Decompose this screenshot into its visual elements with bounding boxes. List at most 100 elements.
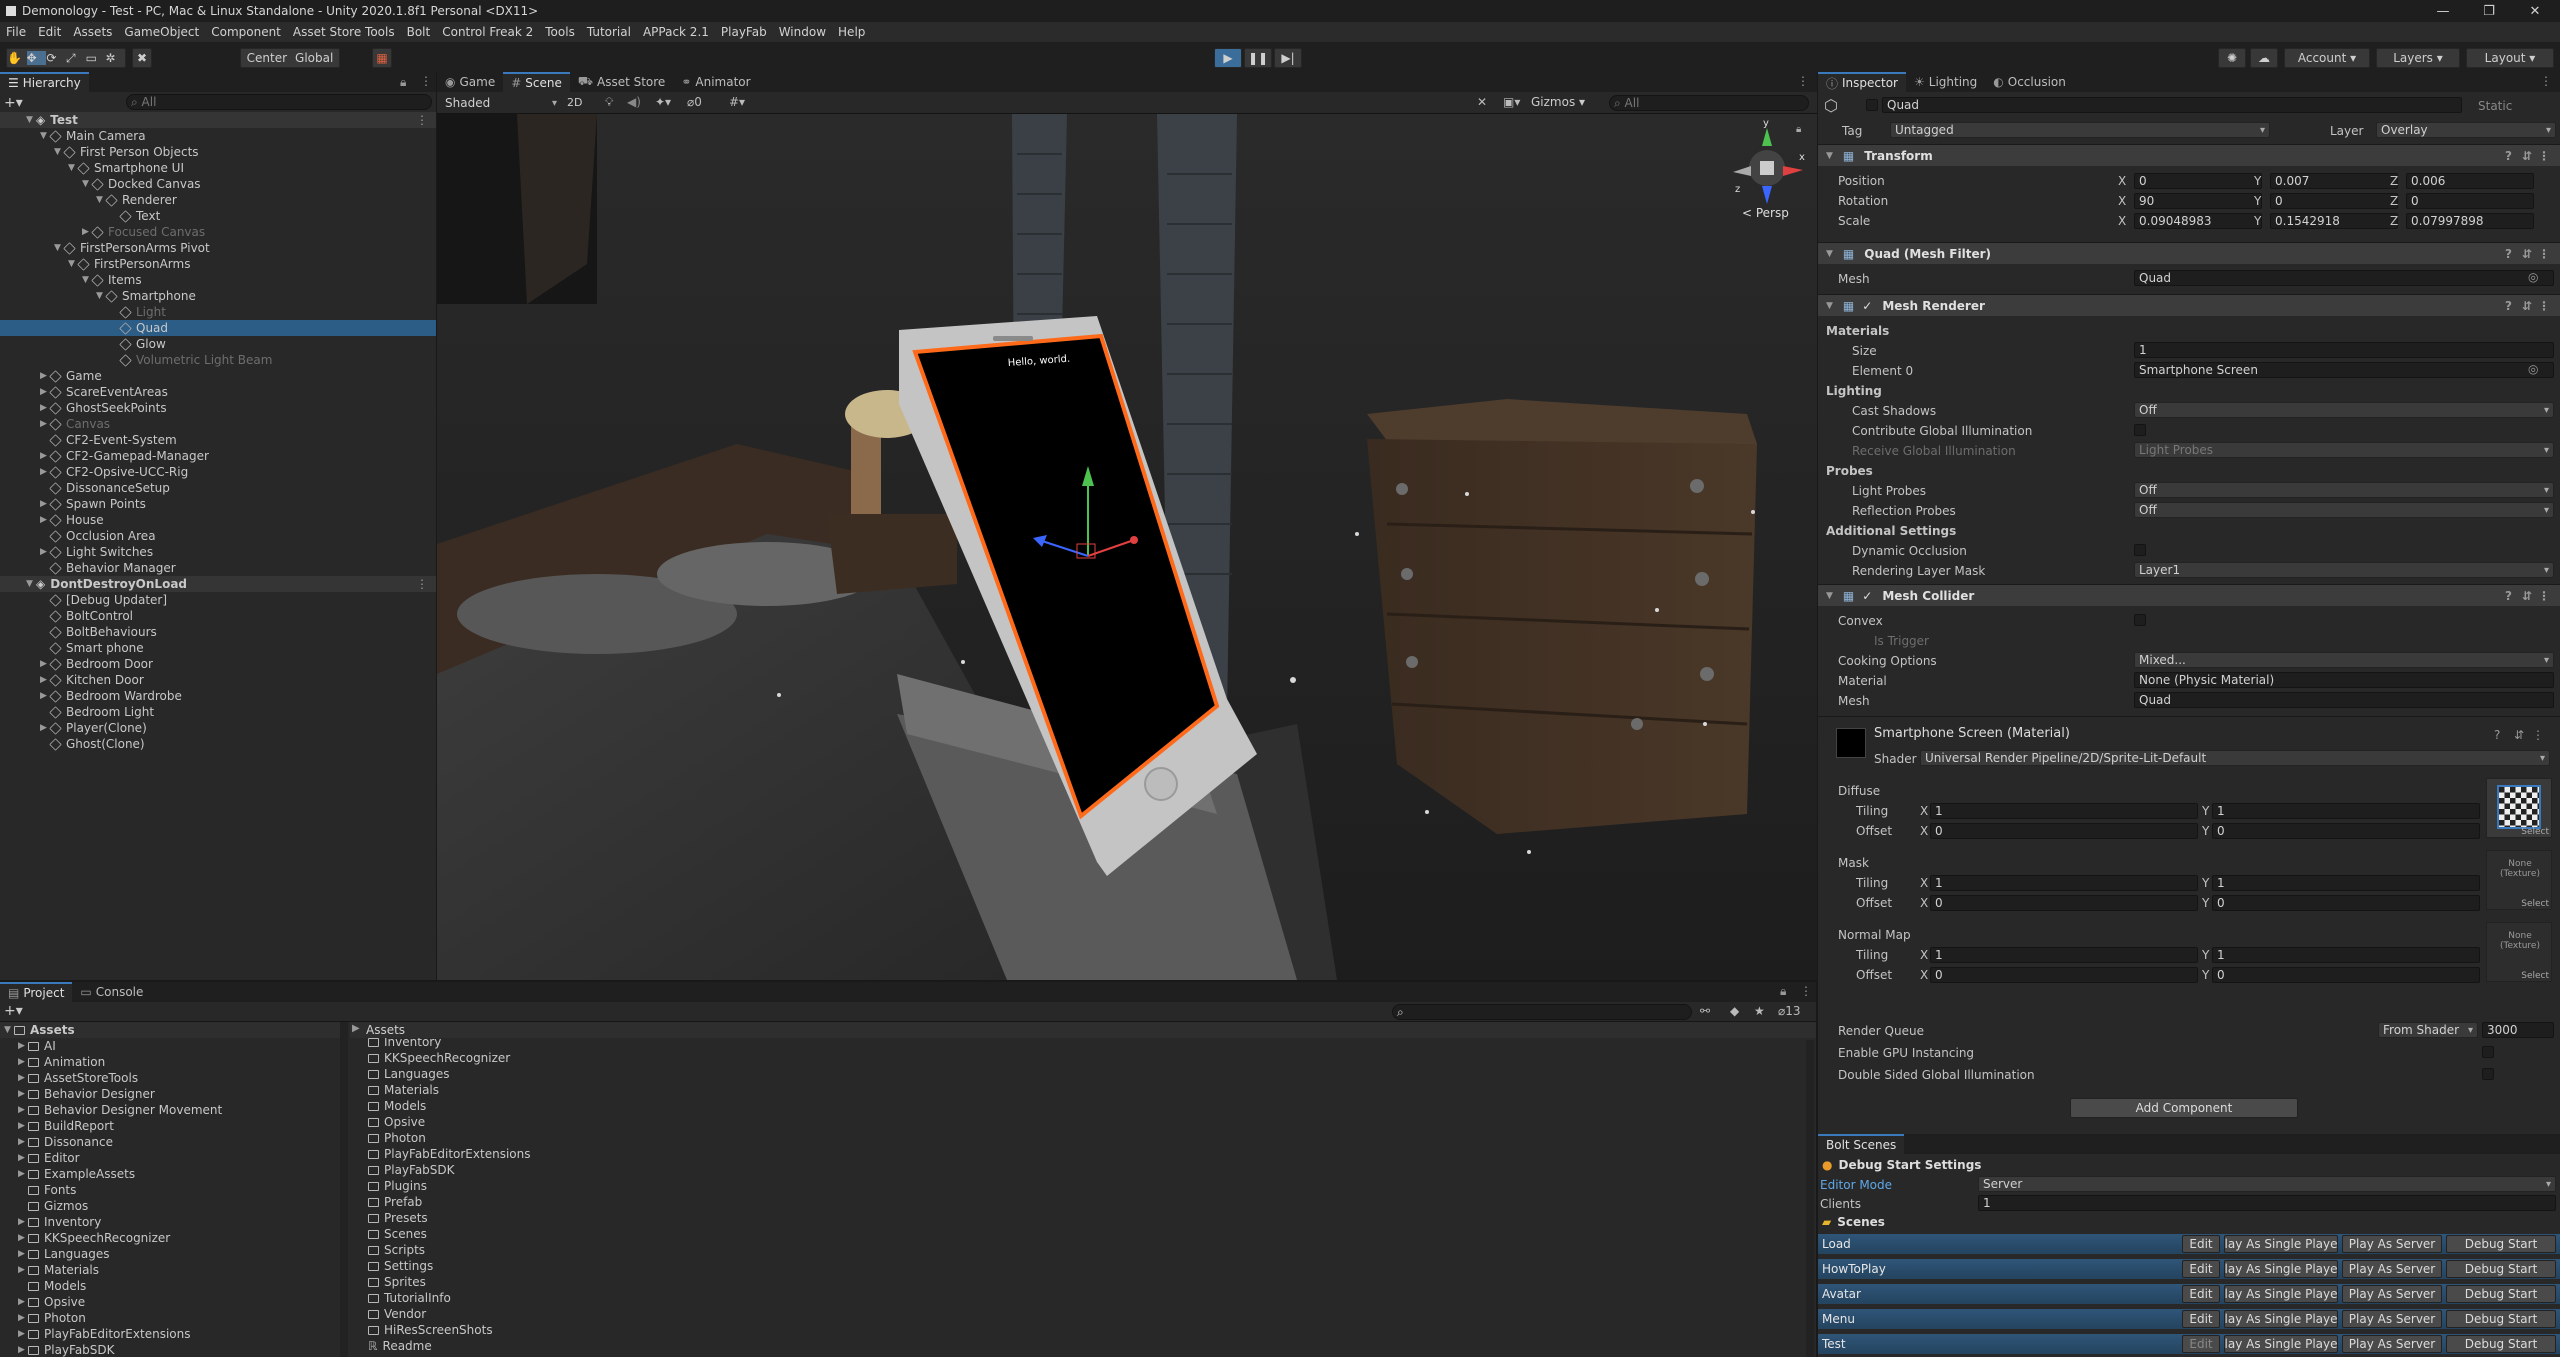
step-button[interactable]: ▶| xyxy=(1274,48,1302,68)
project-asset[interactable]: PlayFabEditorExtensions xyxy=(368,1146,530,1162)
debug-start-button[interactable]: Debug Start xyxy=(2446,1285,2556,1303)
hierarchy-item[interactable]: ▶ Bedroom Door xyxy=(0,656,436,672)
scene-kebab-icon[interactable]: ⋮ xyxy=(416,113,428,127)
expand-right-icon[interactable]: ▶ xyxy=(18,1329,28,1339)
object-name-field[interactable]: Quad xyxy=(1882,97,2462,113)
maximize-icon[interactable]: ❐ xyxy=(2466,0,2512,22)
debug-start-button[interactable]: Debug Start xyxy=(2446,1335,2556,1353)
help-icon[interactable]: ? xyxy=(2505,299,2512,313)
reflection-probes-dropdown[interactable]: Off xyxy=(2134,502,2554,518)
project-asset[interactable]: Presets xyxy=(368,1210,428,1226)
project-asset[interactable]: Photon xyxy=(368,1130,426,1146)
help-icon[interactable]: ? xyxy=(2505,149,2512,163)
audio-toggle-icon[interactable]: ◀) xyxy=(627,95,641,109)
foldout-icon[interactable]: ▼ xyxy=(1826,591,1833,601)
tab-hierarchy[interactable]: ☰ Hierarchy xyxy=(0,72,89,92)
offset-x-field[interactable]: 0 xyxy=(1930,967,2198,983)
play-button[interactable]: ▶ xyxy=(1214,48,1242,68)
preset-icon[interactable]: ⇵ xyxy=(2522,149,2532,163)
hierarchy-item[interactable]: ▶ CF2-Opsive-UCC-Rig xyxy=(0,464,436,480)
hidden-objects-icon[interactable]: ⌀0 xyxy=(687,95,702,109)
hierarchy-item[interactable]: ▶ Spawn Points xyxy=(0,496,436,512)
preset-icon[interactable]: ⇵ xyxy=(2522,589,2532,603)
tiling-x-field[interactable]: 1 xyxy=(1930,947,2198,963)
project-asset[interactable]: Materials xyxy=(368,1082,439,1098)
foldout-icon[interactable]: ▼ xyxy=(1826,301,1833,311)
project-tree-folder[interactable]: ▶ PlayFabSDK xyxy=(0,1342,340,1357)
move-tool-icon[interactable]: ✥ xyxy=(26,51,47,65)
tiling-y-field[interactable]: 1 xyxy=(2212,947,2480,963)
project-tree-folder[interactable]: ▶ Languages xyxy=(0,1246,340,1262)
snap-icon[interactable]: ▦ xyxy=(372,48,392,68)
play-server-button[interactable]: Play As Server xyxy=(2342,1285,2442,1303)
project-asset[interactable]: Models xyxy=(368,1098,426,1114)
gizmos-dropdown[interactable]: Gizmos ▾ xyxy=(1531,95,1585,109)
project-tree-folder[interactable]: ▶ PlayFabEditorExtensions xyxy=(0,1326,340,1342)
tab-animator[interactable]: ⚭ Animator xyxy=(673,72,758,92)
hidden-packages-icon[interactable]: ⌀13 xyxy=(1778,1004,1801,1018)
project-tree-folder[interactable]: ▶ Dissonance xyxy=(0,1134,340,1150)
project-tree-folder[interactable]: Gizmos xyxy=(0,1198,340,1214)
project-tree-folder[interactable]: ▶ Opsive xyxy=(0,1294,340,1310)
collab-icon[interactable]: ✺ xyxy=(2218,48,2246,68)
lighting-foldout[interactable]: Lighting xyxy=(1826,384,1882,398)
rotation-x-field[interactable]: 90 xyxy=(2134,193,2262,209)
project-asset[interactable]: Languages xyxy=(368,1066,449,1082)
project-tree-folder[interactable]: ▶ AI xyxy=(0,1038,340,1054)
hierarchy-item[interactable]: ▶ Focused Canvas xyxy=(0,224,436,240)
expand-right-icon[interactable]: ▶ xyxy=(18,1121,28,1131)
play-single-button[interactable]: lay As Single Playe xyxy=(2224,1285,2338,1303)
hierarchy-item[interactable]: ▶ CF2-Gamepad-Manager xyxy=(0,448,436,464)
expand-right-icon[interactable]: ▶ xyxy=(18,1265,28,1275)
expand-right-icon[interactable]: ▶ xyxy=(18,1057,28,1067)
rotation-y-field[interactable]: 0 xyxy=(2270,193,2398,209)
rect-tool-icon[interactable]: ▭ xyxy=(86,51,106,65)
scene-kebab-icon[interactable]: ⋮ xyxy=(1797,74,1809,88)
menu-bolt[interactable]: Bolt xyxy=(401,25,437,39)
project-asset[interactable]: Settings xyxy=(368,1258,433,1274)
tab-project[interactable]: ▤ Project xyxy=(0,982,73,1002)
menu-tutorial[interactable]: Tutorial xyxy=(581,25,637,39)
project-tree-folder[interactable]: ▶ Photon xyxy=(0,1310,340,1326)
hierarchy-item[interactable]: ▼ Main Camera xyxy=(0,128,436,144)
hierarchy-item[interactable]: Behavior Manager xyxy=(0,560,436,576)
scene-viewport[interactable]: Hello, world. y x z < Persp xyxy=(437,114,1817,980)
menu-component[interactable]: Component xyxy=(205,25,287,39)
expand-right-icon[interactable]: ▶ xyxy=(18,1169,28,1179)
menu-assets[interactable]: Assets xyxy=(67,25,118,39)
component-menu-icon[interactable]: ⋮ xyxy=(2538,589,2550,603)
menu-gameobject[interactable]: GameObject xyxy=(118,25,205,39)
menu-appack-2-1[interactable]: APPack 2.1 xyxy=(637,25,715,39)
tab-lighting[interactable]: ☀ Lighting xyxy=(1906,72,1985,92)
debug-start-button[interactable]: Debug Start xyxy=(2446,1310,2556,1328)
project-lock-icon[interactable]: 🔒︎ xyxy=(1780,984,1786,999)
preset-icon[interactable]: ⇵ xyxy=(2522,299,2532,313)
layout-dropdown[interactable]: Layout ▾ xyxy=(2466,48,2554,68)
expand-right-icon[interactable]: ▶ xyxy=(18,1153,28,1163)
hierarchy-item[interactable]: ▼ ◈ Test ⋮ xyxy=(0,112,436,128)
play-server-button[interactable]: Play As Server xyxy=(2342,1235,2442,1253)
expand-right-icon[interactable]: ▶ xyxy=(18,1313,28,1323)
tiling-y-field[interactable]: 1 xyxy=(2212,803,2480,819)
materials-size-field[interactable]: 1 xyxy=(2134,342,2554,358)
hierarchy-item[interactable]: ▼ Smartphone xyxy=(0,288,436,304)
project-search-input[interactable]: ⌕ xyxy=(1392,1004,1692,1020)
project-kebab-icon[interactable]: ⋮ xyxy=(1800,984,1812,998)
scale-y-field[interactable]: 0.1542918 xyxy=(2270,213,2398,229)
play-single-button[interactable]: lay As Single Playe xyxy=(2224,1235,2338,1253)
editor-mode-dropdown[interactable]: Server xyxy=(1978,1176,2556,1192)
menu-edit[interactable]: Edit xyxy=(32,25,67,39)
hierarchy-item[interactable]: Ghost(Clone) xyxy=(0,736,436,752)
hierarchy-item[interactable]: ▶ Bedroom Wardrobe xyxy=(0,688,436,704)
debug-start-button[interactable]: Debug Start xyxy=(2446,1235,2556,1253)
play-server-button[interactable]: Play As Server xyxy=(2342,1335,2442,1353)
debug-start-button[interactable]: Debug Start xyxy=(2446,1260,2556,1278)
expand-right-icon[interactable]: ▶ xyxy=(18,1137,28,1147)
editor-tool-icon[interactable]: ✖ xyxy=(132,48,152,68)
project-tree-folder[interactable]: Fonts xyxy=(0,1182,340,1198)
help-icon[interactable]: ? xyxy=(2505,589,2512,603)
component-menu-icon[interactable]: ⋮ xyxy=(2538,247,2550,261)
project-asset[interactable]: PlayFabSDK xyxy=(368,1162,455,1178)
project-tree-folder[interactable]: ▶ Animation xyxy=(0,1054,340,1070)
transform-tools[interactable]: ✋ ✥ ⟳ ⤢ ▭ ✲ xyxy=(6,48,126,68)
